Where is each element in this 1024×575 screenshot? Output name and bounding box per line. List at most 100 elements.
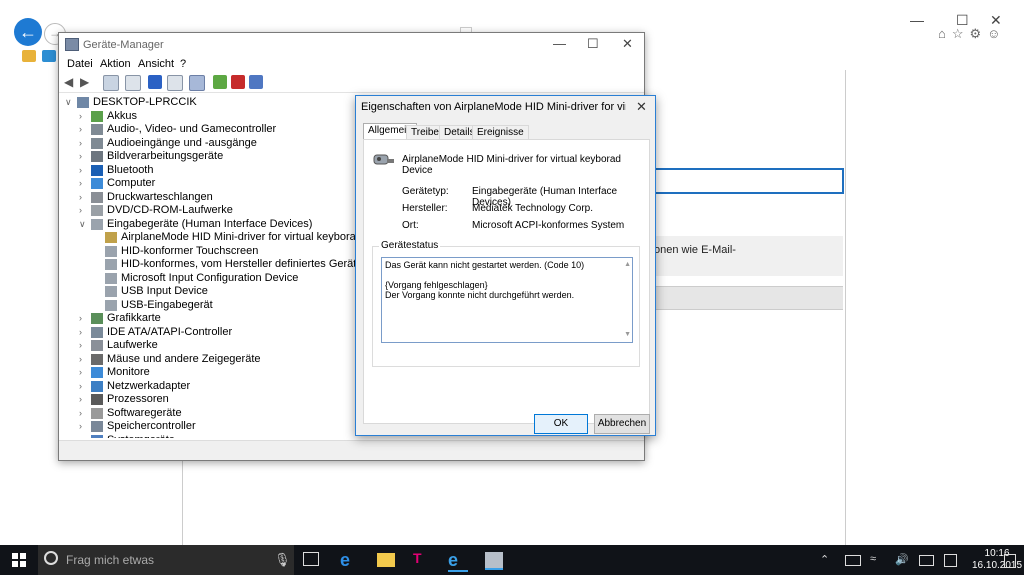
keyboard-icon[interactable] — [919, 555, 934, 566]
task-view-icon[interactable] — [303, 552, 319, 566]
windows-start-icon[interactable] — [12, 553, 26, 567]
monitor-icon — [91, 367, 103, 378]
menu-aktion[interactable]: Aktion — [100, 58, 131, 70]
tree-item-label: Grafikkarte — [107, 312, 161, 324]
tree-item-label: Audio-, Video- und Gamecontroller — [107, 123, 277, 135]
tree-item-label: HID-konformes, vom Hersteller definierte… — [121, 258, 357, 270]
menu-ansicht[interactable]: Ansicht — [138, 58, 174, 70]
speaker-icon — [91, 124, 103, 135]
processor-icon — [91, 394, 103, 405]
device-manager-app-icon — [65, 38, 79, 51]
chevron-right-icon[interactable]: › — [79, 420, 89, 433]
cancel-button[interactable]: Abbrechen — [594, 414, 650, 434]
tree-item-label: Laufwerke — [107, 339, 158, 351]
minimize-icon[interactable]: — — [553, 36, 566, 51]
battery-icon[interactable] — [845, 555, 861, 566]
chevron-right-icon[interactable]: › — [79, 137, 89, 150]
favorites-icon[interactable] — [22, 50, 36, 62]
chevron-right-icon[interactable]: › — [79, 434, 89, 439]
volume-icon[interactable]: 🔊 — [895, 553, 909, 566]
hid-icon — [105, 272, 117, 284]
field-label-hersteller: Hersteller: — [402, 203, 448, 214]
forward-arrow-icon[interactable]: ▶ — [80, 75, 94, 89]
home-icon[interactable]: ⌂ — [938, 26, 952, 41]
chevron-right-icon[interactable]: › — [79, 204, 89, 217]
device-status-legend: Gerätestatus — [379, 240, 441, 251]
back-arrow-icon[interactable]: ◀ — [64, 75, 78, 89]
maximize-icon[interactable]: ☐ — [587, 36, 599, 52]
device-status-textbox[interactable]: Das Gerät kann nicht gestartet werden. (… — [381, 257, 633, 343]
ok-button[interactable]: OK — [534, 414, 588, 434]
device-manager-taskbar-icon[interactable] — [485, 552, 503, 570]
ide-controller-icon — [91, 326, 103, 338]
menu-help[interactable]: ? — [180, 58, 186, 70]
field-value-ort: Microsoft ACPI-konformes System — [472, 220, 625, 231]
internet-explorer-icon[interactable]: e — [448, 550, 468, 572]
edge-icon[interactable]: e — [340, 550, 360, 570]
menu-datei[interactable]: Datei — [67, 58, 93, 70]
taskbar: Frag mich etwas 🎙 e T e ⌃ ≈ 🔊 10:16 16.1… — [0, 545, 1024, 575]
scan-hardware-icon[interactable] — [189, 75, 205, 91]
wifi-icon[interactable]: ≈ — [870, 553, 876, 565]
search-box[interactable]: Frag mich etwas 🎙 — [38, 545, 294, 575]
help-icon[interactable] — [148, 75, 162, 89]
chevron-right-icon[interactable]: › — [79, 123, 89, 136]
gear-icon[interactable]: ⚙ — [970, 26, 988, 41]
page-header-bar — [650, 286, 843, 310]
hid-device-icon — [372, 149, 396, 169]
chevron-right-icon[interactable]: › — [79, 177, 89, 190]
chevron-right-icon[interactable]: › — [79, 366, 89, 379]
tree-item-label: Monitore — [107, 366, 150, 378]
input-indicator-icon[interactable] — [944, 554, 957, 567]
star-icon[interactable]: ☆ — [952, 26, 970, 41]
camera-icon — [91, 151, 103, 162]
chevron-right-icon[interactable]: › — [79, 380, 89, 393]
chevron-right-icon[interactable]: › — [79, 353, 89, 366]
smiley-icon[interactable]: ☺ — [987, 26, 1006, 41]
update-driver-icon[interactable] — [213, 75, 227, 89]
close-icon[interactable]: ✕ — [622, 36, 633, 52]
show-hide-tree-icon[interactable] — [103, 75, 119, 91]
tree-item-label: Akkus — [107, 109, 137, 122]
chevron-right-icon[interactable]: › — [79, 150, 89, 163]
tree-item-label: Bildverarbeitungsgeräte — [107, 150, 224, 162]
disc-drive-icon — [91, 205, 103, 216]
telekom-icon[interactable]: T — [413, 550, 433, 570]
tree-item-label: DESKTOP-LPRCCIK — [93, 96, 197, 108]
software-device-icon — [91, 407, 103, 419]
scroll-down-icon[interactable]: ▼ — [624, 330, 631, 340]
microphone-icon[interactable]: 🎙 — [274, 552, 291, 568]
chevron-down-icon[interactable]: ∨ — [79, 218, 89, 231]
chevron-right-icon[interactable]: › — [79, 312, 89, 325]
chevron-right-icon[interactable]: › — [79, 407, 89, 420]
close-icon[interactable]: ✕ — [636, 99, 647, 115]
uninstall-icon[interactable] — [231, 75, 245, 89]
back-button[interactable]: ← — [14, 18, 42, 46]
field-label-geraetetyp: Gerätetyp: — [402, 186, 449, 197]
properties-icon[interactable] — [125, 75, 141, 91]
feeds-icon[interactable] — [42, 50, 56, 62]
chevron-up-icon[interactable]: ⌃ — [820, 553, 829, 566]
file-explorer-icon[interactable] — [377, 553, 395, 567]
mouse-icon — [91, 353, 103, 365]
chevron-right-icon[interactable]: › — [79, 191, 89, 204]
enable-device-icon[interactable] — [249, 75, 263, 89]
page-input-field[interactable] — [650, 168, 844, 194]
page-info-box — [640, 236, 843, 276]
browser-toolbar-icons: ⌂☆⚙☺ — [938, 26, 1006, 42]
chevron-down-icon[interactable]: ∨ — [65, 96, 75, 109]
chevron-right-icon[interactable]: › — [79, 164, 89, 177]
field-label-ort: Ort: — [402, 220, 419, 231]
properties-dialog: Eigenschaften von AirplaneMode HID Mini-… — [355, 95, 656, 436]
chevron-right-icon[interactable]: › — [79, 326, 89, 339]
general-tab-panel: AirplaneMode HID Mini-driver for virtual… — [363, 139, 650, 424]
chevron-right-icon[interactable]: › — [79, 110, 89, 123]
tree-item-label: Prozessoren — [107, 393, 169, 405]
view-icon[interactable] — [167, 75, 183, 91]
chevron-right-icon[interactable]: › — [79, 339, 89, 352]
minimize-icon[interactable]: — — [910, 12, 924, 28]
scroll-up-icon[interactable]: ▲ — [624, 260, 631, 270]
chevron-right-icon[interactable]: › — [79, 393, 89, 406]
device-manager-titlebar[interactable]: Geräte-Manager — ☐ ✕ — [59, 33, 644, 55]
notification-icon[interactable] — [1004, 554, 1016, 568]
